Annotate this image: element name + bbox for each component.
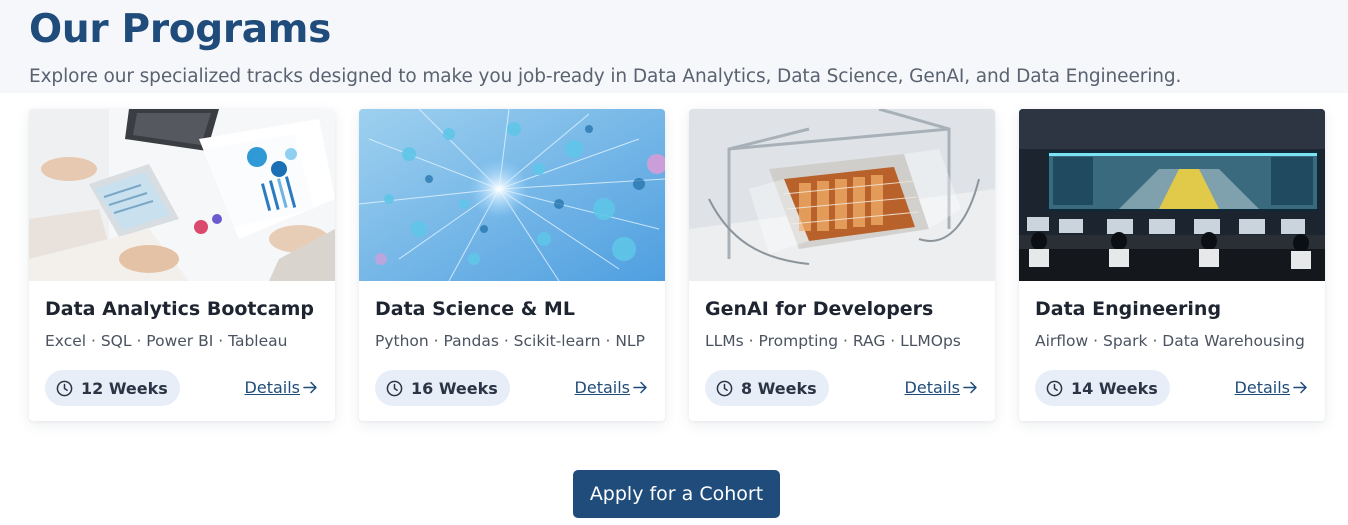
arrow-right-icon bbox=[303, 381, 317, 394]
program-image-analytics bbox=[29, 109, 335, 281]
details-label: Details bbox=[244, 378, 300, 397]
details-link[interactable]: Details bbox=[575, 378, 648, 397]
program-title: GenAI for Developers bbox=[705, 298, 934, 320]
duration-badge: 8 Weeks bbox=[705, 370, 829, 406]
details-label: Details bbox=[1234, 378, 1290, 397]
program-tags: Airflow · Spark · Data Warehousing bbox=[1035, 332, 1305, 350]
program-card-data-analytics: Data Analytics Bootcamp Excel · SQL · Po… bbox=[29, 109, 335, 421]
program-title: Data Science & ML bbox=[375, 298, 575, 320]
duration-text: 16 Weeks bbox=[411, 378, 498, 398]
program-title: Data Engineering bbox=[1035, 298, 1222, 320]
program-tags: Python · Pandas · Scikit-learn · NLP bbox=[375, 332, 645, 350]
programs-header: Our Programs Explore our specialized tra… bbox=[0, 0, 1348, 93]
page-title: Our Programs bbox=[29, 7, 332, 52]
program-tags: LLMs · Prompting · RAG · LLMOps bbox=[705, 332, 961, 350]
arrow-right-icon bbox=[633, 381, 647, 394]
program-image-genai bbox=[689, 109, 995, 281]
program-card-genai: GenAI for Developers LLMs · Prompting · … bbox=[689, 109, 995, 421]
program-tags: Excel · SQL · Power BI · Tableau bbox=[45, 332, 288, 350]
details-label: Details bbox=[904, 378, 960, 397]
clock-icon bbox=[1046, 380, 1063, 396]
clock-icon bbox=[56, 380, 73, 396]
program-title: Data Analytics Bootcamp bbox=[45, 298, 314, 320]
duration-badge: 12 Weeks bbox=[45, 370, 180, 406]
program-image-data-science bbox=[359, 109, 665, 281]
duration-text: 14 Weeks bbox=[1071, 378, 1158, 398]
duration-text: 8 Weeks bbox=[741, 378, 817, 398]
clock-icon bbox=[716, 380, 733, 396]
details-label: Details bbox=[574, 378, 630, 397]
program-card-data-science: Data Science & ML Python · Pandas · Scik… bbox=[359, 109, 665, 421]
program-card-data-engineering: Data Engineering Airflow · Spark · Data … bbox=[1019, 109, 1325, 421]
duration-text: 12 Weeks bbox=[81, 378, 168, 398]
program-image-data-engineering bbox=[1019, 109, 1325, 281]
arrow-right-icon bbox=[1293, 381, 1307, 394]
details-link[interactable]: Details bbox=[245, 378, 318, 397]
page-subtitle: Explore our specialized tracks designed … bbox=[29, 66, 1182, 87]
apply-cohort-button[interactable]: Apply for a Cohort bbox=[573, 470, 780, 518]
details-link[interactable]: Details bbox=[905, 378, 978, 397]
arrow-right-icon bbox=[963, 381, 977, 394]
duration-badge: 14 Weeks bbox=[1035, 370, 1170, 406]
details-link[interactable]: Details bbox=[1235, 378, 1308, 397]
duration-badge: 16 Weeks bbox=[375, 370, 510, 406]
clock-icon bbox=[386, 380, 403, 396]
